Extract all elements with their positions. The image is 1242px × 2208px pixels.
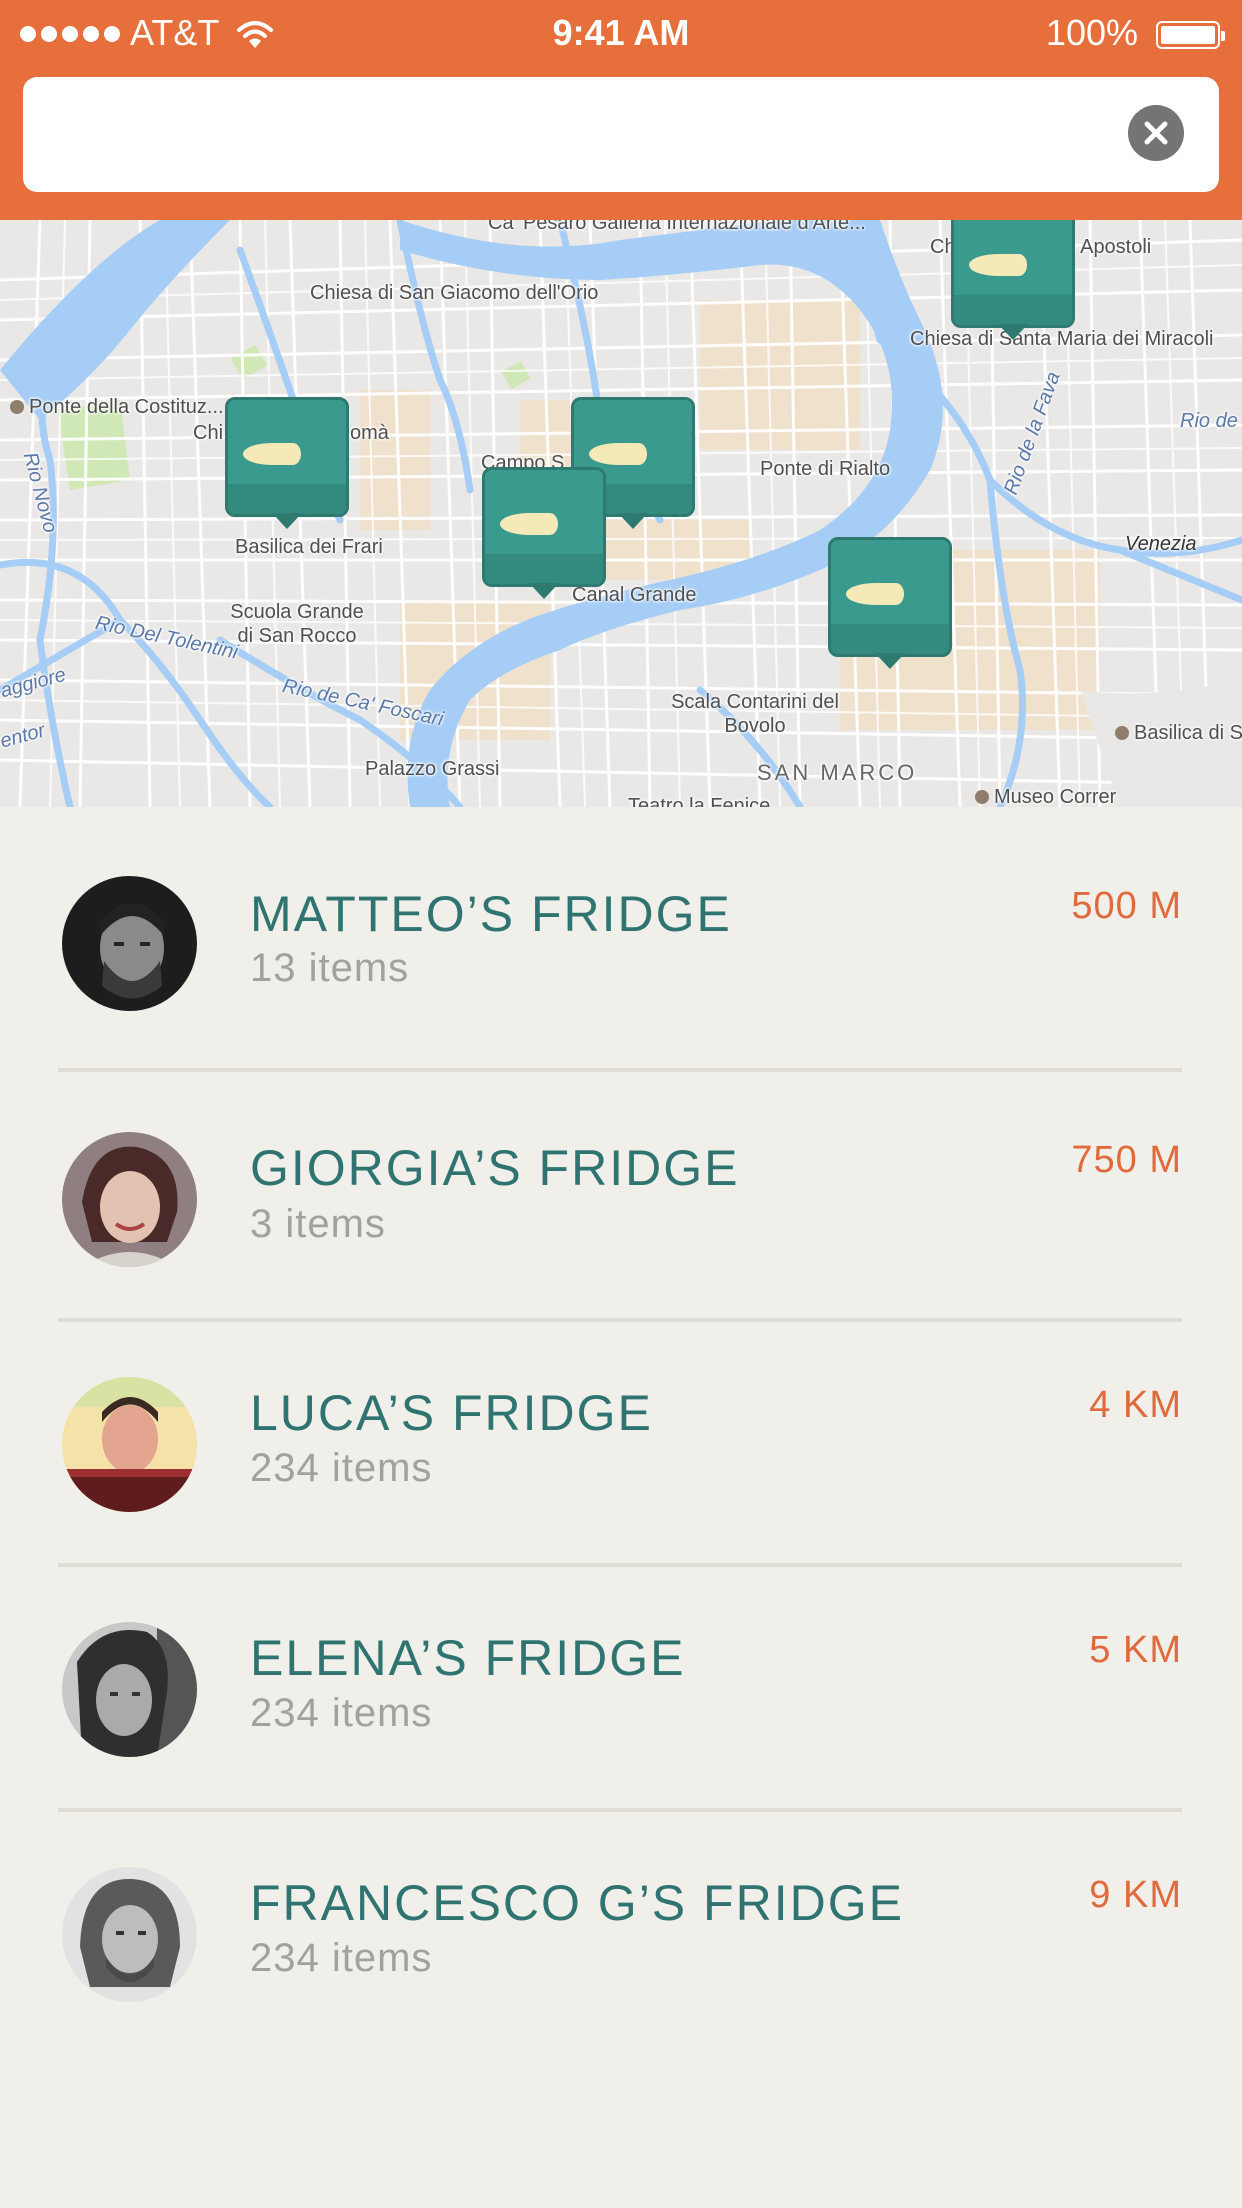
fridge-distance: 750 M bbox=[1071, 1139, 1182, 1181]
fridge-map-pin[interactable] bbox=[225, 397, 349, 533]
cheese-icon bbox=[969, 254, 1027, 276]
fridge-map-pin[interactable] bbox=[951, 220, 1075, 344]
fridge-name: MATTEO’S FRIDGE bbox=[250, 886, 732, 942]
avatar bbox=[62, 876, 197, 1011]
fridge-name: ELENA’S FRIDGE bbox=[250, 1630, 686, 1686]
fridge-item-count: 3 items bbox=[250, 1202, 386, 1246]
map-label: Scuola Grande di San Rocco bbox=[230, 601, 364, 647]
close-icon bbox=[1144, 121, 1168, 145]
search-input[interactable] bbox=[47, 97, 1111, 174]
map-label: Scala Contarini del Bovolo bbox=[671, 691, 839, 737]
fridge-item-count: 13 items bbox=[250, 946, 410, 990]
cheese-icon bbox=[589, 443, 647, 465]
fridge-list-item[interactable]: FRANCESCO G’S FRIDGE 234 items 9 KM bbox=[0, 1812, 1242, 2057]
status-bar: AT&T 9:41 AM 100% bbox=[0, 0, 1242, 70]
avatar bbox=[62, 1622, 197, 1757]
map-label: Palazzo Grassi bbox=[365, 758, 500, 780]
fridge-item-count: 234 items bbox=[250, 1446, 433, 1490]
fridge-item-count: 234 items bbox=[250, 1691, 433, 1735]
avatar bbox=[62, 1132, 197, 1267]
fridge-map-pin[interactable] bbox=[828, 537, 952, 673]
map-label: Chi bbox=[193, 422, 224, 444]
fridge-distance: 9 KM bbox=[1089, 1874, 1182, 1916]
map-label: SAN MARCO bbox=[757, 760, 918, 785]
map-label: Basilica dei Frari bbox=[235, 536, 383, 558]
cheese-icon bbox=[243, 443, 301, 465]
battery-icon bbox=[1156, 21, 1225, 49]
fridge-list-item[interactable]: LUCA’S FRIDGE 234 items 4 KM bbox=[0, 1322, 1242, 1567]
map-label: Basilica di S bbox=[1115, 722, 1242, 745]
map-label: Ponte di Rialto bbox=[760, 458, 891, 480]
fridge-name: GIORGIA’S FRIDGE bbox=[250, 1140, 740, 1196]
fridge-list-item[interactable]: GIORGIA’S FRIDGE 3 items 750 M bbox=[0, 1072, 1242, 1327]
clear-search-button[interactable] bbox=[1128, 105, 1184, 161]
battery-percentage: 100% bbox=[1045, 12, 1138, 53]
fridge-distance: 5 KM bbox=[1089, 1629, 1182, 1671]
fridge-name: FRANCESCO G’S FRIDGE bbox=[250, 1875, 904, 1931]
map-label: Teatro la Fenice bbox=[628, 795, 771, 807]
map-label: Venezia bbox=[1125, 533, 1197, 555]
map-view[interactable]: Ca' Pesaro Galleria Internazionale d'Art… bbox=[0, 220, 1242, 807]
app-header: AT&T 9:41 AM 100% bbox=[0, 0, 1242, 220]
map-label: Chiesa di San Giacomo dell'Orio bbox=[310, 282, 599, 304]
fridge-distance: 500 M bbox=[1071, 885, 1182, 927]
map-label: omà bbox=[350, 422, 389, 444]
cheese-icon bbox=[846, 583, 904, 605]
map-label: Museo Correr bbox=[975, 786, 1116, 807]
avatar bbox=[62, 1377, 197, 1512]
search-bar bbox=[23, 77, 1219, 192]
fridge-list-item[interactable]: MATTEO’S FRIDGE 13 items 500 M bbox=[0, 807, 1242, 1072]
fridge-map-pin[interactable] bbox=[482, 467, 606, 603]
cheese-icon bbox=[500, 513, 558, 535]
map-label: Ponte della Costituz... bbox=[10, 396, 224, 419]
fridge-list-item[interactable]: ELENA’S FRIDGE 234 items 5 KM bbox=[0, 1567, 1242, 1812]
map-label: Rio de bbox=[1180, 410, 1238, 432]
fridge-distance: 4 KM bbox=[1089, 1384, 1182, 1426]
fridge-name: LUCA’S FRIDGE bbox=[250, 1385, 653, 1441]
avatar bbox=[62, 1867, 197, 2002]
map-label: Ca' Pesaro Galleria Internazionale d'Art… bbox=[488, 220, 866, 234]
fridge-item-count: 234 items bbox=[250, 1936, 433, 1980]
